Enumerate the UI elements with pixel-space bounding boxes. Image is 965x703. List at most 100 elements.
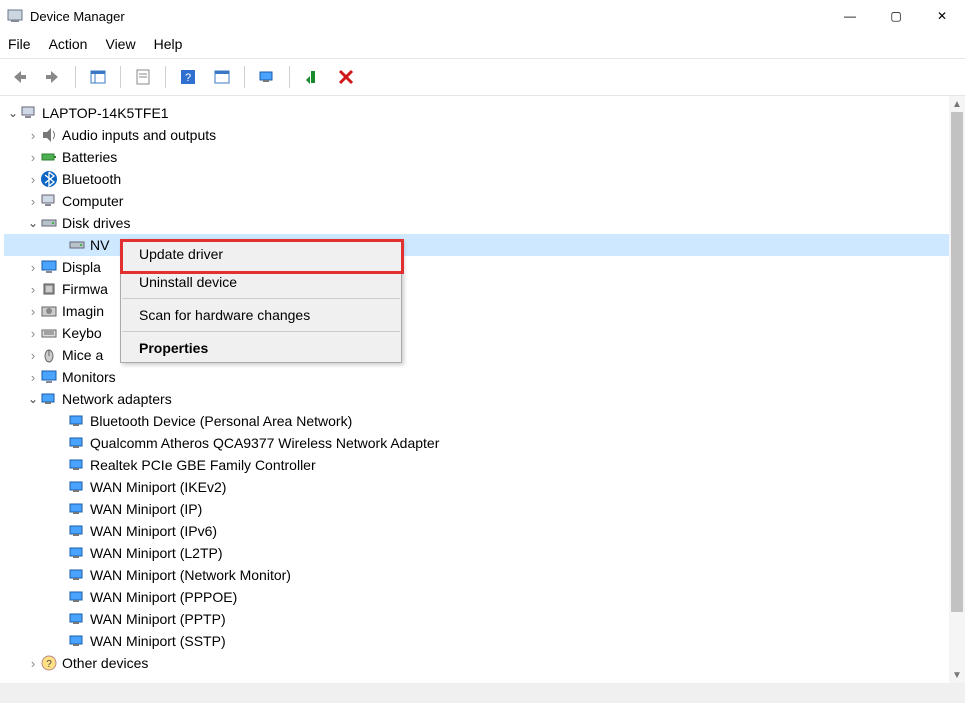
expand-icon[interactable] [26,348,40,363]
expand-icon[interactable] [26,260,40,275]
expand-icon[interactable] [26,656,40,671]
tree-label: Monitors [62,369,116,385]
close-button[interactable]: ✕ [919,0,965,32]
network-adapter-icon [68,434,86,452]
tree-item[interactable]: Realtek PCIe GBE Family Controller [4,454,965,476]
camera-icon [40,302,58,320]
tree-label: Keybo [62,325,102,341]
device-tree[interactable]: LAPTOP-14K5TFE1 Audio inputs and outputs… [0,96,965,689]
keyboard-icon [40,324,58,342]
tree-label: Disk drives [62,215,130,231]
menu-view[interactable]: View [105,36,135,52]
context-menu: Update driver Uninstall device Scan for … [120,239,402,363]
expand-icon[interactable] [26,172,40,187]
menu-file[interactable]: File [8,36,31,52]
expand-icon[interactable] [26,150,40,165]
tree-label: Computer [62,193,123,209]
tree-category-bluetooth[interactable]: Bluetooth [4,168,965,190]
toolbar-separator [289,66,290,88]
tree-category-computer[interactable]: Computer [4,190,965,212]
menu-action[interactable]: Action [49,36,88,52]
tree-item[interactable]: WAN Miniport (IKEv2) [4,476,965,498]
window-title: Device Manager [30,9,125,24]
monitor-icon [40,368,58,386]
show-hide-tree-button[interactable] [83,63,113,91]
network-adapter-icon [68,632,86,650]
tree-label: Bluetooth [62,171,121,187]
svg-text:?: ? [46,659,52,670]
scroll-up-button[interactable]: ▲ [949,96,965,112]
scan-hardware-button[interactable] [252,63,282,91]
back-button[interactable] [4,63,34,91]
remove-hardware-button[interactable] [331,63,361,91]
tree-label: WAN Miniport (IKEv2) [90,479,226,495]
tree-category-network[interactable]: Network adapters [4,388,965,410]
forward-button[interactable] [38,63,68,91]
minimize-button[interactable]: — [827,0,873,32]
tree-item[interactable]: WAN Miniport (PPTP) [4,608,965,630]
tree-label: WAN Miniport (IPv6) [90,523,217,539]
tree-label: Displa [62,259,101,275]
tree-label: Imagin [62,303,104,319]
tree-label: Bluetooth Device (Personal Area Network) [90,413,352,429]
properties-button[interactable] [128,63,158,91]
context-uninstall-device[interactable]: Uninstall device [121,268,401,296]
expand-icon[interactable] [6,106,20,120]
expand-icon[interactable] [26,194,40,209]
menu-help[interactable]: Help [154,36,183,52]
vertical-scrollbar[interactable]: ▲ ▼ [949,96,965,683]
expand-icon[interactable] [26,370,40,385]
tree-item[interactable]: WAN Miniport (L2TP) [4,542,965,564]
context-scan-hardware[interactable]: Scan for hardware changes [121,301,401,329]
tree-item[interactable]: WAN Miniport (Network Monitor) [4,564,965,586]
tree-category-diskdrives[interactable]: Disk drives [4,212,965,234]
network-adapter-icon [68,522,86,540]
tree-label: WAN Miniport (PPPOE) [90,589,237,605]
tree-category-batteries[interactable]: Batteries [4,146,965,168]
tree-category-audio[interactable]: Audio inputs and outputs [4,124,965,146]
network-adapter-icon [68,566,86,584]
help-button[interactable]: ? [173,63,203,91]
tree-item[interactable]: Qualcomm Atheros QCA9377 Wireless Networ… [4,432,965,454]
tree-item[interactable]: WAN Miniport (SSTP) [4,630,965,652]
toolbar-separator [244,66,245,88]
tree-label: WAN Miniport (IP) [90,501,202,517]
tree-item[interactable]: WAN Miniport (IPv6) [4,520,965,542]
scroll-down-button[interactable]: ▼ [949,667,965,683]
tree-label: NV [90,237,109,253]
scroll-thumb[interactable] [951,112,963,612]
network-adapter-icon [68,478,86,496]
expand-icon[interactable] [26,216,40,230]
tree-item[interactable]: Bluetooth Device (Personal Area Network) [4,410,965,432]
tree-label: LAPTOP-14K5TFE1 [42,105,169,121]
toolbar-separator [120,66,121,88]
expand-icon[interactable] [26,304,40,319]
expand-icon[interactable] [26,392,40,406]
tree-item[interactable]: WAN Miniport (IP) [4,498,965,520]
drive-icon [68,236,86,254]
network-adapter-icon [68,456,86,474]
expand-icon[interactable] [26,282,40,297]
add-hardware-button[interactable] [297,63,327,91]
expand-icon[interactable] [26,128,40,143]
context-properties[interactable]: Properties [121,334,401,362]
tree-label: Mice a [62,347,103,363]
tree-label: Other devices [62,655,148,671]
tree-category-monitors[interactable]: Monitors [4,366,965,388]
battery-icon [40,148,58,166]
tree-label: Network adapters [62,391,172,407]
tree-category-other[interactable]: ? Other devices [4,652,965,674]
svg-text:?: ? [185,72,191,84]
toolbar-separator [75,66,76,88]
maximize-button[interactable]: ▢ [873,0,919,32]
network-adapter-icon [68,500,86,518]
tree-label: Batteries [62,149,117,165]
tree-root[interactable]: LAPTOP-14K5TFE1 [4,102,965,124]
context-separator [122,331,400,332]
tree-item[interactable]: WAN Miniport (PPPOE) [4,586,965,608]
speaker-icon [40,126,58,144]
action-button[interactable] [207,63,237,91]
expand-icon[interactable] [26,326,40,341]
context-update-driver[interactable]: Update driver [121,240,401,268]
toolbar: ? [0,58,965,96]
